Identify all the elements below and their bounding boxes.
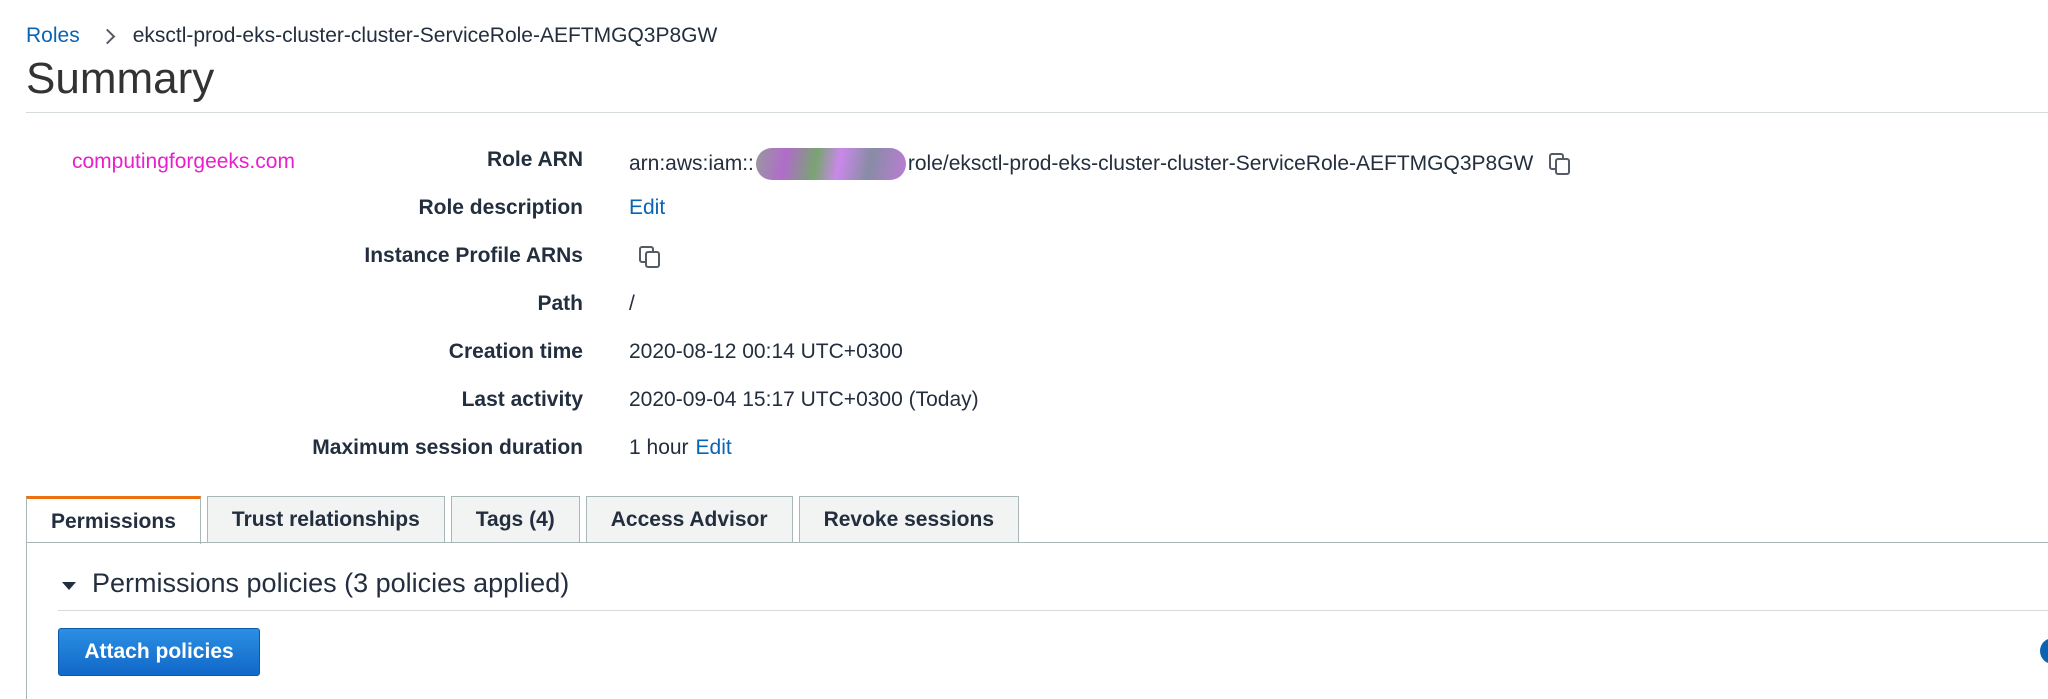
copy-icon[interactable]: [1547, 151, 1573, 177]
breadcrumb: Roles eksctl-prod-eks-cluster-cluster-Se…: [26, 24, 717, 48]
tab-bar: Permissions Trust relationships Tags (4)…: [26, 496, 1025, 544]
copy-icon[interactable]: [637, 244, 663, 270]
caret-down-icon: [62, 581, 76, 590]
breadcrumb-current: eksctl-prod-eks-cluster-cluster-ServiceR…: [132, 24, 718, 47]
role-description-label: Role description: [418, 196, 583, 219]
summary-row-instance-profile: Instance Profile ARNs: [0, 244, 2048, 274]
summary-row-role-description: Role description Edit: [0, 196, 2048, 226]
role-arn-label: Role ARN: [486, 148, 583, 171]
tab-permissions[interactable]: Permissions: [26, 496, 201, 544]
last-activity-value: 2020-09-04 15:17 UTC+0300 (Today): [629, 388, 979, 411]
page-title: Summary: [26, 54, 215, 103]
tab-bar-divider: [26, 542, 2048, 543]
creation-time-label: Creation time: [448, 340, 583, 363]
summary-row-role-arn: Role ARN arn:aws:iam:: role/eksctl-prod-…: [0, 148, 2048, 180]
tab-trust-relationships[interactable]: Trust relationships: [206, 496, 445, 542]
max-session-duration: 1 hour: [629, 436, 689, 459]
summary-row-creation-time: Creation time 2020-08-12 00:14 UTC+0300: [0, 340, 2048, 370]
section-divider: [58, 610, 2048, 611]
permissions-policies-toggle[interactable]: Permissions policies (3 policies applied…: [62, 568, 569, 599]
summary-row-max-session: Maximum session duration 1 hour Edit: [0, 436, 2048, 466]
instance-profile-label: Instance Profile ARNs: [364, 244, 583, 267]
summary-row-path: Path /: [0, 292, 2048, 322]
tab-panel-border: [26, 542, 27, 699]
role-arn-prefix: arn:aws:iam::: [629, 152, 754, 175]
chevron-right-icon: [99, 28, 115, 44]
breadcrumb-roles-link[interactable]: Roles: [26, 24, 80, 48]
last-activity-label: Last activity: [461, 388, 583, 411]
max-session-value: 1 hour Edit: [629, 436, 732, 460]
role-arn-suffix: role/eksctl-prod-eks-cluster-cluster-Ser…: [907, 152, 1534, 175]
max-session-label: Maximum session duration: [312, 436, 583, 459]
instance-profile-value: [629, 244, 663, 270]
tab-tags[interactable]: Tags (4): [450, 496, 580, 542]
max-session-edit-link[interactable]: Edit: [696, 436, 732, 460]
tab-access-advisor[interactable]: Access Advisor: [585, 496, 793, 542]
role-description-edit-link[interactable]: Edit: [629, 196, 665, 220]
creation-time-value: 2020-08-12 00:14 UTC+0300: [629, 340, 903, 363]
permissions-policies-title: Permissions policies (3 policies applied…: [92, 568, 570, 598]
info-icon[interactable]: [2040, 638, 2048, 664]
summary-row-last-activity: Last activity 2020-09-04 15:17 UTC+0300 …: [0, 388, 2048, 418]
role-arn-value: arn:aws:iam:: role/eksctl-prod-eks-clust…: [629, 148, 1573, 180]
tab-revoke-sessions[interactable]: Revoke sessions: [798, 496, 1019, 542]
redacted-account-id: [755, 148, 906, 180]
attach-policies-button[interactable]: Attach policies: [58, 628, 260, 676]
path-value: /: [629, 292, 635, 315]
title-divider: [26, 112, 2048, 113]
path-label: Path: [537, 292, 583, 315]
